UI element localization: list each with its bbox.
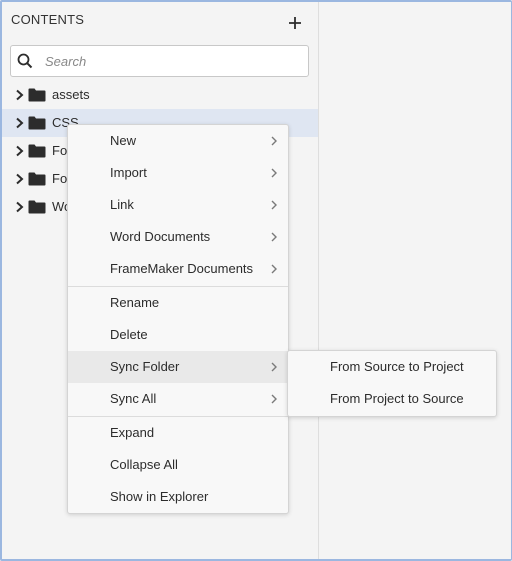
panel-title: CONTENTS bbox=[11, 12, 85, 27]
submenu-arrow-icon bbox=[271, 264, 277, 274]
submenu-item-label: From Source to Project bbox=[330, 359, 464, 374]
add-button[interactable] bbox=[286, 14, 304, 32]
menu-item-label: Sync All bbox=[110, 391, 157, 406]
menu-item-label: Word Documents bbox=[110, 229, 211, 244]
menu-item-show-in-explorer[interactable]: Show in Explorer bbox=[68, 481, 288, 513]
menu-item-label: Rename bbox=[110, 295, 160, 310]
menu-item-label: Collapse All bbox=[110, 457, 178, 472]
menu-item-label: Sync Folder bbox=[110, 359, 180, 374]
menu-item-label: FrameMaker Documents bbox=[110, 261, 254, 276]
submenu-item-label: From Project to Source bbox=[330, 391, 464, 406]
chevron-right-icon[interactable] bbox=[13, 89, 25, 101]
menu-item-delete[interactable]: Delete bbox=[68, 319, 288, 351]
editor-area bbox=[318, 2, 511, 559]
sync-folder-submenu: From Source to Project From Project to So… bbox=[287, 350, 497, 417]
tree-item-label: Fo bbox=[52, 171, 68, 186]
submenu-arrow-icon bbox=[271, 168, 277, 178]
menu-item-link[interactable]: Link bbox=[68, 189, 288, 221]
tree-item-label: assets bbox=[52, 87, 90, 102]
menu-item-label: Delete bbox=[110, 327, 148, 342]
plus-icon bbox=[289, 17, 301, 29]
search-input[interactable] bbox=[43, 50, 302, 72]
menu-item-import[interactable]: Import bbox=[68, 157, 288, 189]
menu-item-expand[interactable]: Expand bbox=[68, 417, 288, 449]
submenu-arrow-icon bbox=[271, 362, 277, 372]
tree-item-label: Fo bbox=[52, 143, 68, 158]
chevron-right-icon[interactable] bbox=[13, 201, 25, 213]
tree-item[interactable]: assets bbox=[2, 81, 318, 109]
folder-icon bbox=[28, 200, 46, 214]
menu-item-sync-all[interactable]: Sync All bbox=[68, 383, 288, 415]
search-icon bbox=[17, 53, 33, 69]
context-menu: New Import Link Word Documents FrameMaker Do… bbox=[67, 124, 289, 514]
folder-icon bbox=[28, 88, 46, 102]
chevron-right-icon[interactable] bbox=[13, 117, 25, 129]
chevron-right-icon[interactable] bbox=[13, 173, 25, 185]
submenu-arrow-icon bbox=[271, 232, 277, 242]
menu-item-word-documents[interactable]: Word Documents bbox=[68, 221, 288, 253]
search-box[interactable] bbox=[10, 45, 309, 77]
menu-item-rename[interactable]: Rename bbox=[68, 287, 288, 319]
menu-item-new[interactable]: New bbox=[68, 125, 288, 157]
from-project-to-source-item[interactable]: From Project to Source bbox=[288, 383, 496, 415]
folder-icon bbox=[28, 116, 46, 130]
menu-item-collapse-all[interactable]: Collapse All bbox=[68, 449, 288, 481]
folder-icon bbox=[28, 172, 46, 186]
submenu-arrow-icon bbox=[271, 136, 277, 146]
menu-item-sync-folder[interactable]: Sync Folder bbox=[68, 351, 288, 383]
menu-item-label: Show in Explorer bbox=[110, 489, 209, 504]
menu-item-label: New bbox=[110, 133, 137, 148]
menu-item-framemaker-documents[interactable]: FrameMaker Documents bbox=[68, 253, 288, 285]
menu-item-label: Import bbox=[110, 165, 147, 180]
chevron-right-icon[interactable] bbox=[13, 145, 25, 157]
menu-item-label: Link bbox=[110, 197, 134, 212]
submenu-arrow-icon bbox=[271, 394, 277, 404]
menu-item-label: Expand bbox=[110, 425, 155, 440]
folder-icon bbox=[28, 144, 46, 158]
submenu-arrow-icon bbox=[271, 200, 277, 210]
from-source-to-project-item[interactable]: From Source to Project bbox=[288, 351, 496, 383]
